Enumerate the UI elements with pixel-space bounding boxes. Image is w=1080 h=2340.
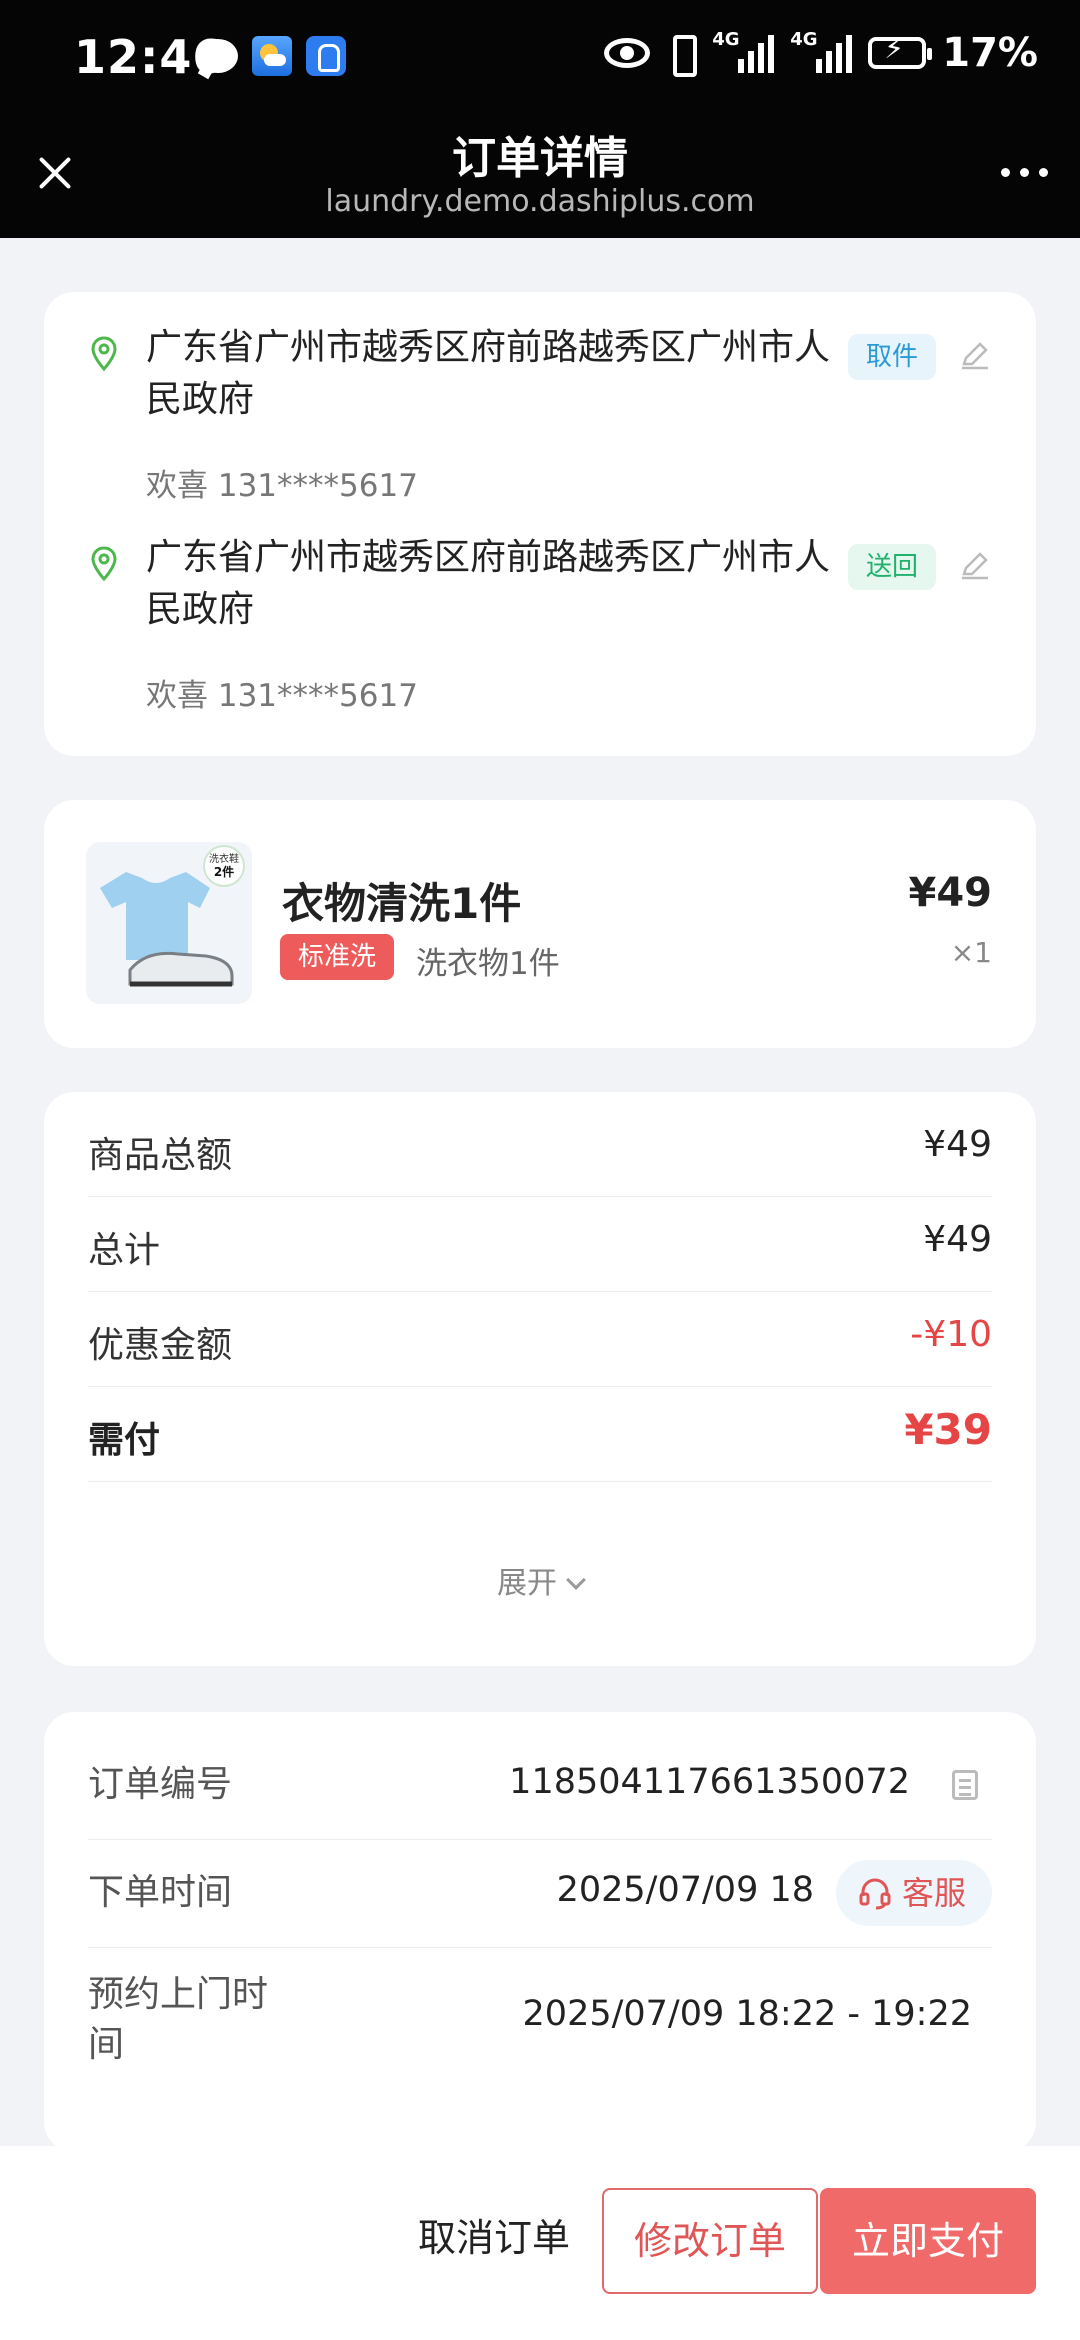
copy-icon[interactable] [952, 1770, 978, 1800]
item-name: 衣物清洗1件 [282, 879, 522, 928]
payable-value: ¥39 [904, 1405, 992, 1454]
subtotal-label: 商品总额 [88, 1135, 233, 1176]
payable-label: 需付 [88, 1420, 161, 1461]
status-bar: 12:46 4G 4G 17% [0, 0, 1080, 118]
page-url: laundry.demo.dashiplus.com [325, 184, 755, 219]
address-contact: 欢喜 131****5617 [146, 468, 418, 504]
appointment-value: 2025/07/09 18:22 - 19:22 [522, 1994, 972, 2034]
eye-icon [604, 38, 651, 68]
thumb-badge-line1: 洗衣鞋 [209, 852, 239, 865]
total-label: 总计 [88, 1230, 161, 1271]
subtotal-row: 商品总额 ¥49 [88, 1102, 992, 1197]
modify-order-button[interactable]: 修改订单 [602, 2188, 818, 2294]
subtotal-value: ¥49 [923, 1124, 992, 1165]
address-contact: 欢喜 131****5617 [146, 678, 418, 714]
return-tag: 送回 [848, 544, 936, 590]
discount-row: 优惠金额 -¥10 [88, 1292, 992, 1387]
battery-level: 17% [942, 30, 1038, 76]
order-time-row: 下单时间 2025/07/09 18 客服 [88, 1840, 992, 1948]
battery-icon [868, 32, 933, 69]
more-icon[interactable] [1001, 168, 1048, 177]
app-notification-icon [306, 36, 346, 76]
location-pin-icon [90, 546, 118, 582]
order-info-card: 订单编号 118504117661350072 下单时间 2025/07/09 … [44, 1712, 1036, 2152]
signal-icon: 4G [712, 31, 775, 73]
total-row: 总计 ¥49 [88, 1197, 992, 1292]
expand-label: 展开 [497, 1566, 557, 1601]
order-number-label: 订单编号 [88, 1764, 233, 1805]
order-time-label: 下单时间 [88, 1872, 233, 1913]
edit-icon[interactable] [958, 338, 992, 372]
discount-value: -¥10 [910, 1314, 992, 1355]
item-card: 洗衣鞋 2件 衣物清洗1件 标准洗 洗衣物1件 ¥49 ×1 [44, 800, 1036, 1048]
weather-icon [252, 36, 292, 76]
item-price: ¥49 [908, 870, 993, 916]
customer-service-button[interactable]: 客服 [836, 1860, 992, 1926]
appointment-row: 预约上门时 间 2025/07/09 18:22 - 19:22 [88, 1948, 992, 2098]
service-badge: 标准洗 [280, 934, 394, 980]
pickup-tag: 取件 [848, 334, 936, 380]
order-number-row: 订单编号 118504117661350072 [88, 1732, 992, 1840]
address-text: 广东省广州市越秀区府前路越秀区广州市人民政府 [146, 327, 831, 420]
appointment-label: 预约上门时 间 [88, 1974, 269, 2065]
address-text: 广东省广州市越秀区府前路越秀区广州市人民政府 [146, 537, 831, 630]
order-time-value: 2025/07/09 18 [556, 1870, 814, 1910]
total-value: ¥49 [923, 1219, 992, 1260]
message-icon [198, 39, 238, 73]
item-description: 洗衣物1件 [416, 946, 560, 982]
discount-label: 优惠金额 [88, 1325, 233, 1366]
price-summary-card: 商品总额 ¥49 总计 ¥49 优惠金额 -¥10 需付 ¥39 展开 [44, 1092, 1036, 1666]
pay-now-button[interactable]: 立即支付 [820, 2188, 1036, 2294]
headset-icon [859, 1878, 891, 1910]
order-number-value: 118504117661350072 [509, 1762, 910, 1802]
customer-service-label: 客服 [902, 1874, 967, 1912]
item-quantity: ×1 [950, 936, 992, 969]
cancel-order-button[interactable]: 取消订单 [396, 2182, 592, 2294]
location-pin-icon [90, 336, 118, 372]
expand-toggle[interactable]: 展开 [44, 1558, 1036, 1602]
item-thumbnail: 洗衣鞋 2件 [86, 842, 252, 1004]
thumb-badge-line2: 2件 [214, 864, 234, 879]
bottom-action-bar: 取消订单 修改订单 立即支付 [0, 2146, 1080, 2340]
signal-icon: 4G [790, 31, 853, 73]
page-title: 订单详情 [452, 133, 628, 184]
edit-icon[interactable] [958, 548, 992, 582]
payable-row: 需付 ¥39 [88, 1387, 992, 1482]
vibrate-icon [666, 33, 698, 77]
top-navigation: 订单详情 laundry.demo.dashiplus.com [0, 118, 1080, 238]
address-card: 广东省广州市越秀区府前路越秀区广州市人民政府 欢喜 131****5617 取件… [44, 292, 1036, 756]
chevron-down-icon [566, 1570, 586, 1590]
